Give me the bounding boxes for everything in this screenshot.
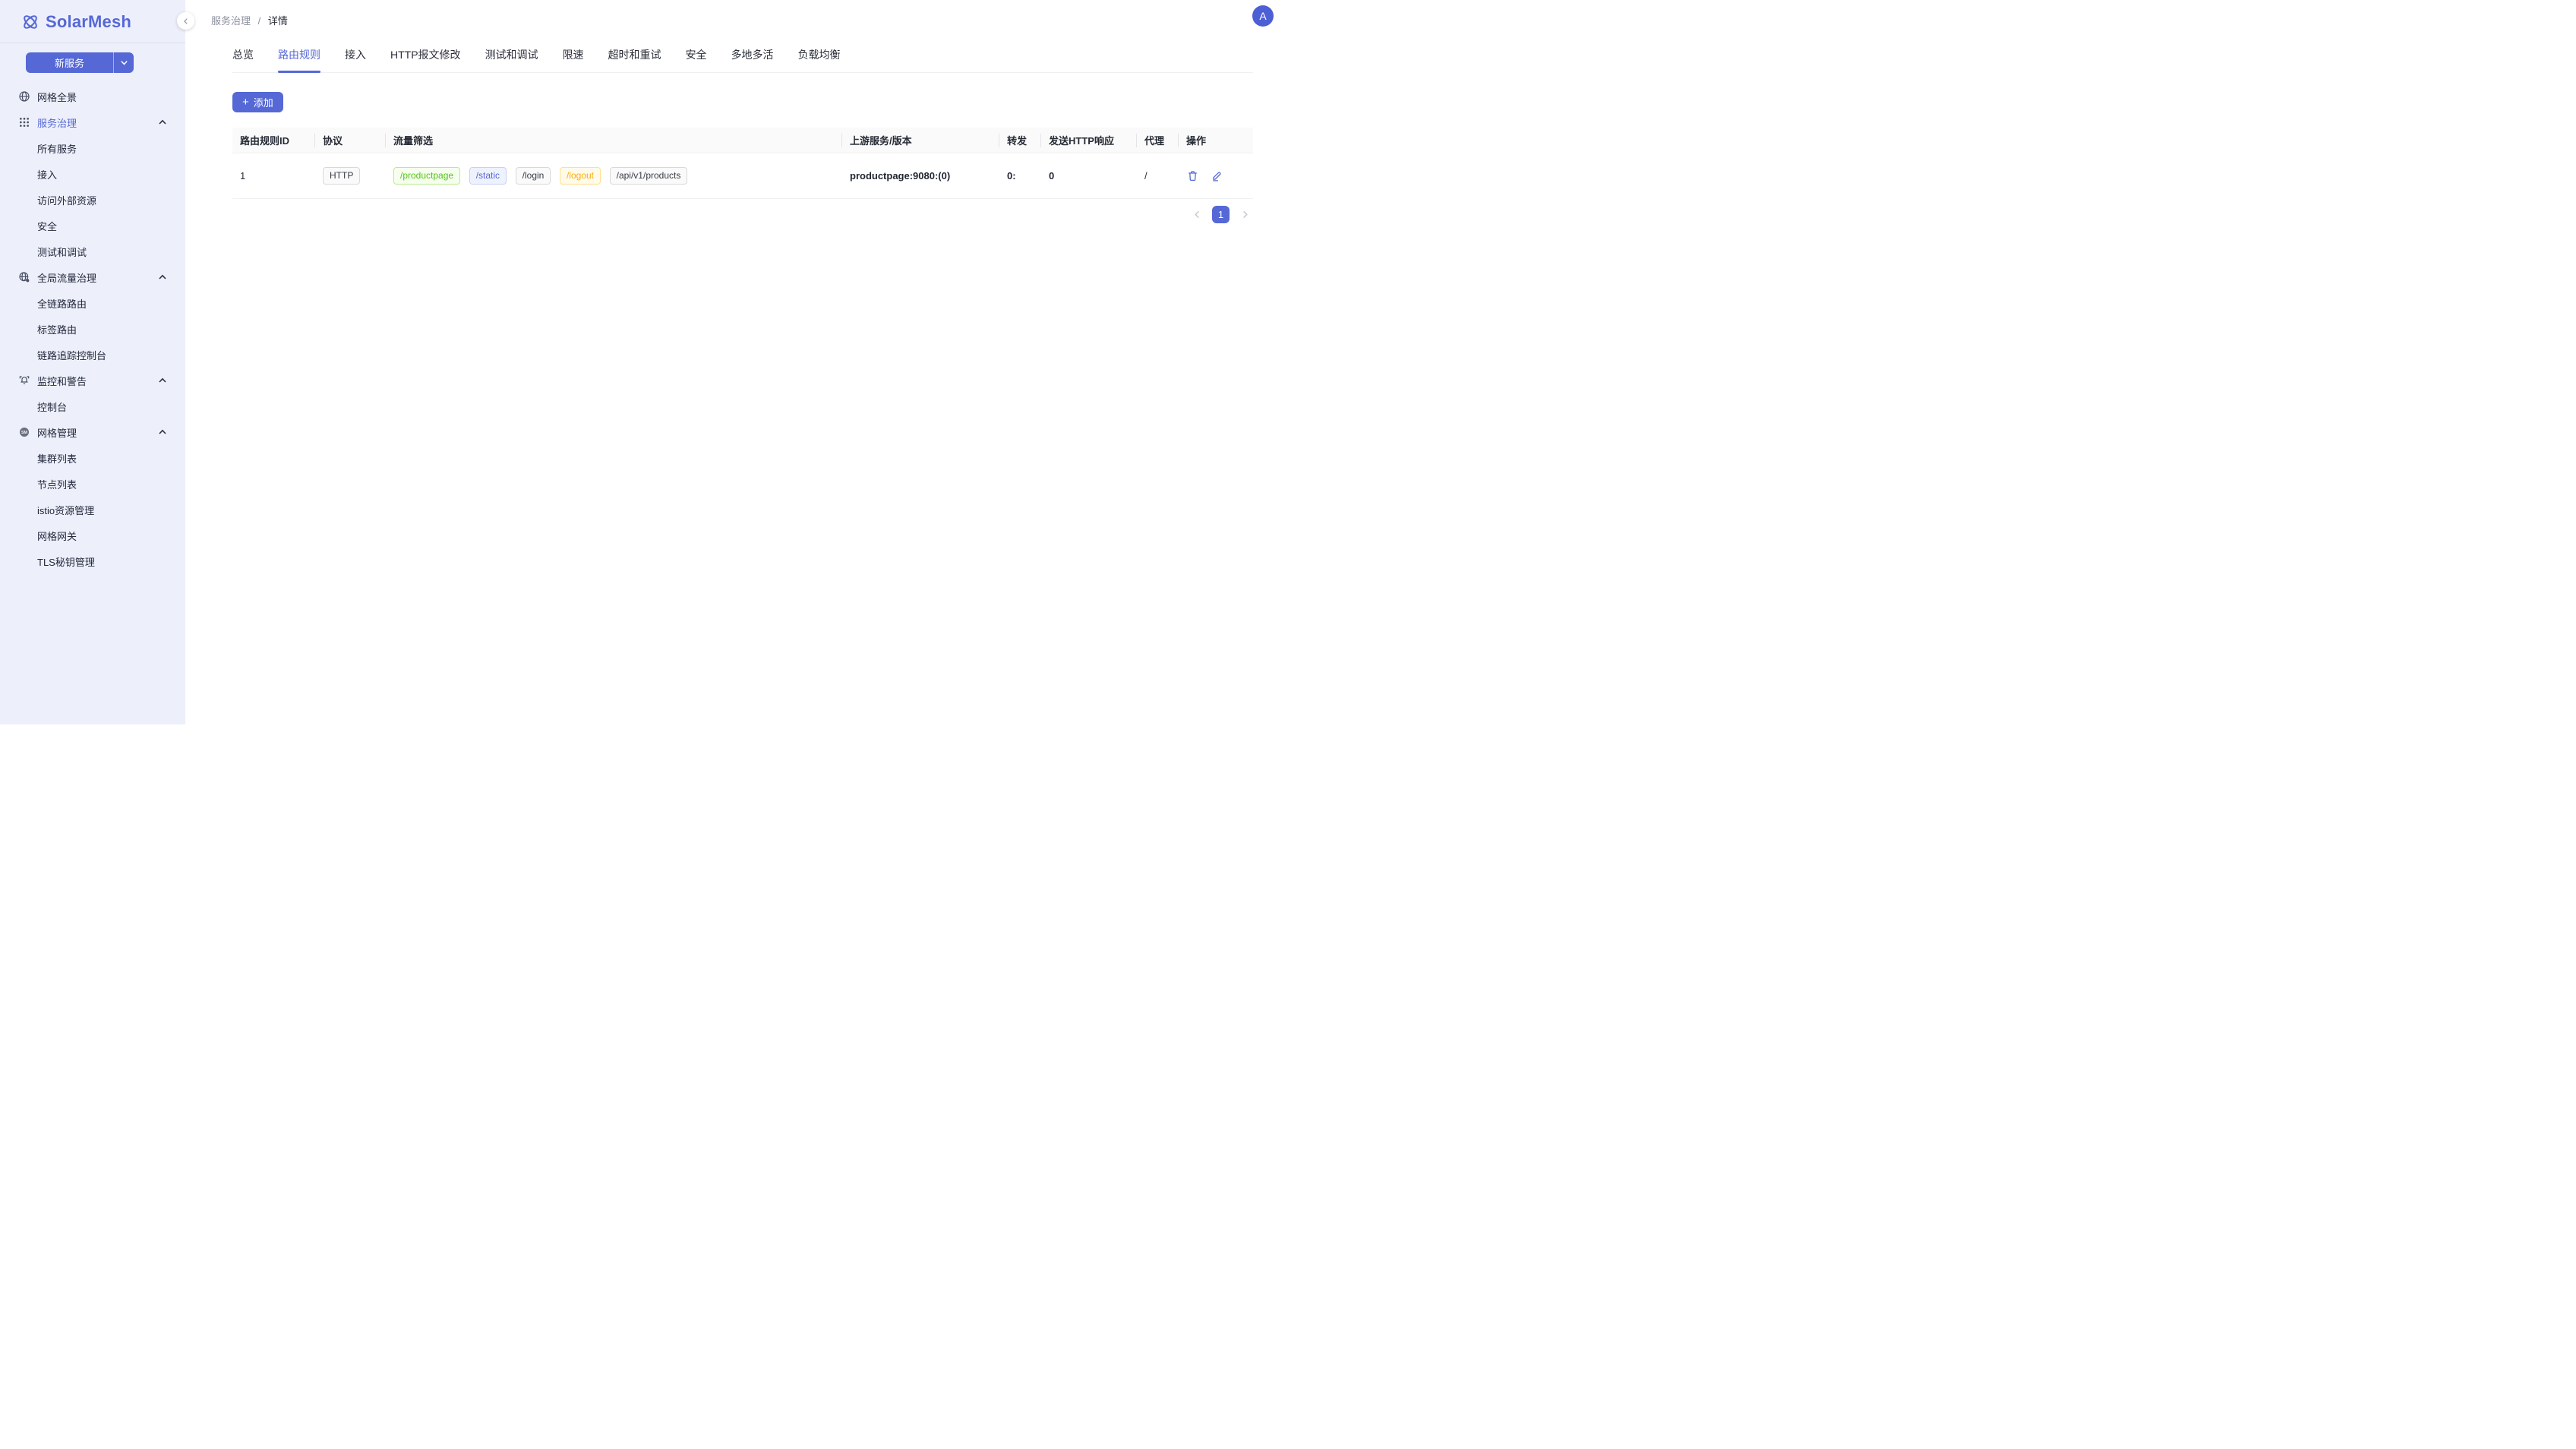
tab-timeout-retry[interactable]: 超时和重试 bbox=[608, 41, 661, 72]
breadcrumb-current: 详情 bbox=[268, 15, 288, 27]
chevron-up-icon bbox=[158, 273, 167, 282]
tabs-bar: 总览 路由规则 接入 HTTP报文修改 测试和调试 限速 超时和重试 安全 多地… bbox=[232, 41, 1253, 73]
sidebar-item-security[interactable]: 安全 bbox=[11, 213, 175, 238]
chevron-up-icon bbox=[158, 376, 167, 385]
cell-http-response: 0 bbox=[1041, 170, 1137, 182]
chevron-up-icon bbox=[158, 428, 167, 437]
sidebar-menu: 网格全景 服务治理 所有服务 接入 访问外部资源 安全 测试和调试 全局流 bbox=[0, 73, 185, 574]
column-header-http-response: 发送HTTP响应 bbox=[1041, 133, 1137, 147]
mesh-manage-icon: SM bbox=[18, 426, 30, 438]
column-header-protocol: 协议 bbox=[315, 133, 386, 147]
sidebar-item-tls-keys[interactable]: TLS秘钥管理 bbox=[11, 548, 175, 574]
tab-rate-limit[interactable]: 限速 bbox=[563, 41, 584, 72]
sidebar-group-service-governance[interactable]: 服务治理 bbox=[11, 109, 175, 135]
sidebar-item-tracing-console[interactable]: 链路追踪控制台 bbox=[11, 342, 175, 368]
app-title: SolarMesh bbox=[46, 12, 131, 32]
add-button[interactable]: + 添加 bbox=[232, 92, 283, 112]
cell-forward: 0: bbox=[999, 170, 1041, 182]
cell-traffic-filter: /productpage /static /login /logout /api… bbox=[386, 167, 842, 185]
cell-rule-id: 1 bbox=[232, 170, 315, 182]
sidebar-item-access[interactable]: 接入 bbox=[11, 161, 175, 187]
sidebar-item-full-link-route[interactable]: 全链路路由 bbox=[11, 290, 175, 316]
current-page[interactable]: 1 bbox=[1212, 206, 1230, 223]
sidebar-item-cluster-list[interactable]: 集群列表 bbox=[11, 445, 175, 471]
avatar[interactable]: A bbox=[1252, 5, 1274, 27]
sidebar-item-test-debug[interactable]: 测试和调试 bbox=[11, 238, 175, 264]
tab-load-balance[interactable]: 负载均衡 bbox=[798, 41, 841, 72]
tab-multi-region[interactable]: 多地多活 bbox=[731, 41, 774, 72]
new-service-button[interactable]: 新服务 bbox=[26, 52, 134, 73]
cell-protocol: HTTP bbox=[315, 167, 386, 185]
sidebar-item-label-route[interactable]: 标签路由 bbox=[11, 316, 175, 342]
tab-access[interactable]: 接入 bbox=[345, 41, 366, 72]
column-header-traffic-filter: 流量筛选 bbox=[386, 133, 842, 147]
tab-http-rewrite[interactable]: HTTP报文修改 bbox=[390, 41, 461, 72]
monitor-alert-icon bbox=[18, 374, 30, 387]
column-header-proxy: 代理 bbox=[1137, 133, 1179, 147]
tab-test-debug[interactable]: 测试和调试 bbox=[485, 41, 538, 72]
chevron-left-icon bbox=[182, 17, 190, 25]
add-button-label: 添加 bbox=[254, 95, 273, 109]
sidebar-item-mesh-overview[interactable]: 网格全景 bbox=[11, 84, 175, 109]
chevron-right-icon bbox=[1241, 210, 1249, 219]
tab-route-rules[interactable]: 路由规则 bbox=[278, 41, 320, 72]
new-service-dropdown[interactable] bbox=[114, 52, 134, 73]
tab-security[interactable]: 安全 bbox=[686, 41, 707, 72]
chevron-left-icon bbox=[1193, 210, 1201, 219]
new-service-label[interactable]: 新服务 bbox=[26, 52, 114, 73]
plus-icon: + bbox=[242, 96, 249, 108]
column-header-forward: 转发 bbox=[999, 133, 1041, 147]
page: SolarMesh 新服务 网格全景 服务治理 bbox=[0, 0, 1288, 724]
solarmesh-logo-icon bbox=[21, 13, 39, 31]
svg-text:SM: SM bbox=[21, 431, 28, 435]
logo[interactable]: SolarMesh bbox=[0, 0, 185, 43]
sidebar-item-node-list[interactable]: 节点列表 bbox=[11, 471, 175, 497]
breadcrumb-parent[interactable]: 服务治理 bbox=[211, 15, 251, 27]
edit-icon[interactable] bbox=[1211, 169, 1223, 182]
route-rules-table: 路由规则ID 协议 流量筛选 上游服务/版本 转发 发送HTTP响应 代理 操作… bbox=[232, 128, 1253, 199]
breadcrumb-separator: / bbox=[258, 15, 261, 27]
service-grid-icon bbox=[18, 116, 30, 128]
topbar: 服务治理 / 详情 A bbox=[185, 0, 1288, 39]
protocol-tag: HTTP bbox=[323, 167, 360, 185]
prev-page-button[interactable] bbox=[1189, 207, 1205, 223]
tabs: 总览 路由规则 接入 HTTP报文修改 测试和调试 限速 超时和重试 安全 多地… bbox=[232, 41, 1253, 72]
sidebar-item-mesh-gateway[interactable]: 网格网关 bbox=[11, 522, 175, 548]
cell-upstream: productpage:9080:(0) bbox=[842, 170, 999, 182]
chevron-up-icon bbox=[158, 118, 167, 127]
tab-panel-route-rules: + 添加 路由规则ID 协议 流量筛选 上游服务/版本 转发 发送HTTP响应 … bbox=[185, 73, 1288, 223]
cell-actions bbox=[1179, 169, 1253, 182]
table-header: 路由规则ID 协议 流量筛选 上游服务/版本 转发 发送HTTP响应 代理 操作 bbox=[232, 128, 1253, 153]
sidebar-item-console[interactable]: 控制台 bbox=[11, 393, 175, 419]
filter-tag: /login bbox=[516, 167, 551, 185]
next-page-button[interactable] bbox=[1236, 207, 1253, 223]
filter-tag: /logout bbox=[560, 167, 601, 185]
sidebar-item-all-services[interactable]: 所有服务 bbox=[11, 135, 175, 161]
table-row: 1 HTTP /productpage /static /login /logo… bbox=[232, 153, 1253, 199]
column-header-upstream: 上游服务/版本 bbox=[842, 133, 999, 147]
filter-tag: /api/v1/products bbox=[610, 167, 688, 185]
tab-overview[interactable]: 总览 bbox=[232, 41, 254, 72]
sidebar-group-monitor-alert[interactable]: 监控和警告 bbox=[11, 368, 175, 393]
sidebar: SolarMesh 新服务 网格全景 服务治理 bbox=[0, 0, 185, 724]
sidebar-item-external-resources[interactable]: 访问外部资源 bbox=[11, 187, 175, 213]
pagination: 1 bbox=[232, 206, 1253, 223]
sidebar-collapse-button[interactable] bbox=[177, 12, 194, 30]
sidebar-item-istio-resources[interactable]: istio资源管理 bbox=[11, 497, 175, 522]
cell-proxy: / bbox=[1137, 170, 1179, 182]
chevron-down-icon bbox=[120, 58, 128, 67]
sidebar-group-mesh-manage[interactable]: SM 网格管理 bbox=[11, 419, 175, 445]
column-header-actions: 操作 bbox=[1179, 133, 1253, 147]
filter-tag: /productpage bbox=[393, 167, 460, 185]
sidebar-group-global-traffic[interactable]: 全局流量治理 bbox=[11, 264, 175, 290]
main-content: 服务治理 / 详情 A 总览 路由规则 接入 HTTP报文修改 测试和调试 限速… bbox=[185, 0, 1288, 724]
global-traffic-icon bbox=[18, 271, 30, 283]
delete-icon[interactable] bbox=[1186, 169, 1199, 182]
filter-tag: /static bbox=[469, 167, 507, 185]
column-header-rule-id: 路由规则ID bbox=[232, 133, 315, 147]
breadcrumb: 服务治理 / 详情 bbox=[211, 13, 288, 27]
globe-icon bbox=[18, 90, 30, 103]
